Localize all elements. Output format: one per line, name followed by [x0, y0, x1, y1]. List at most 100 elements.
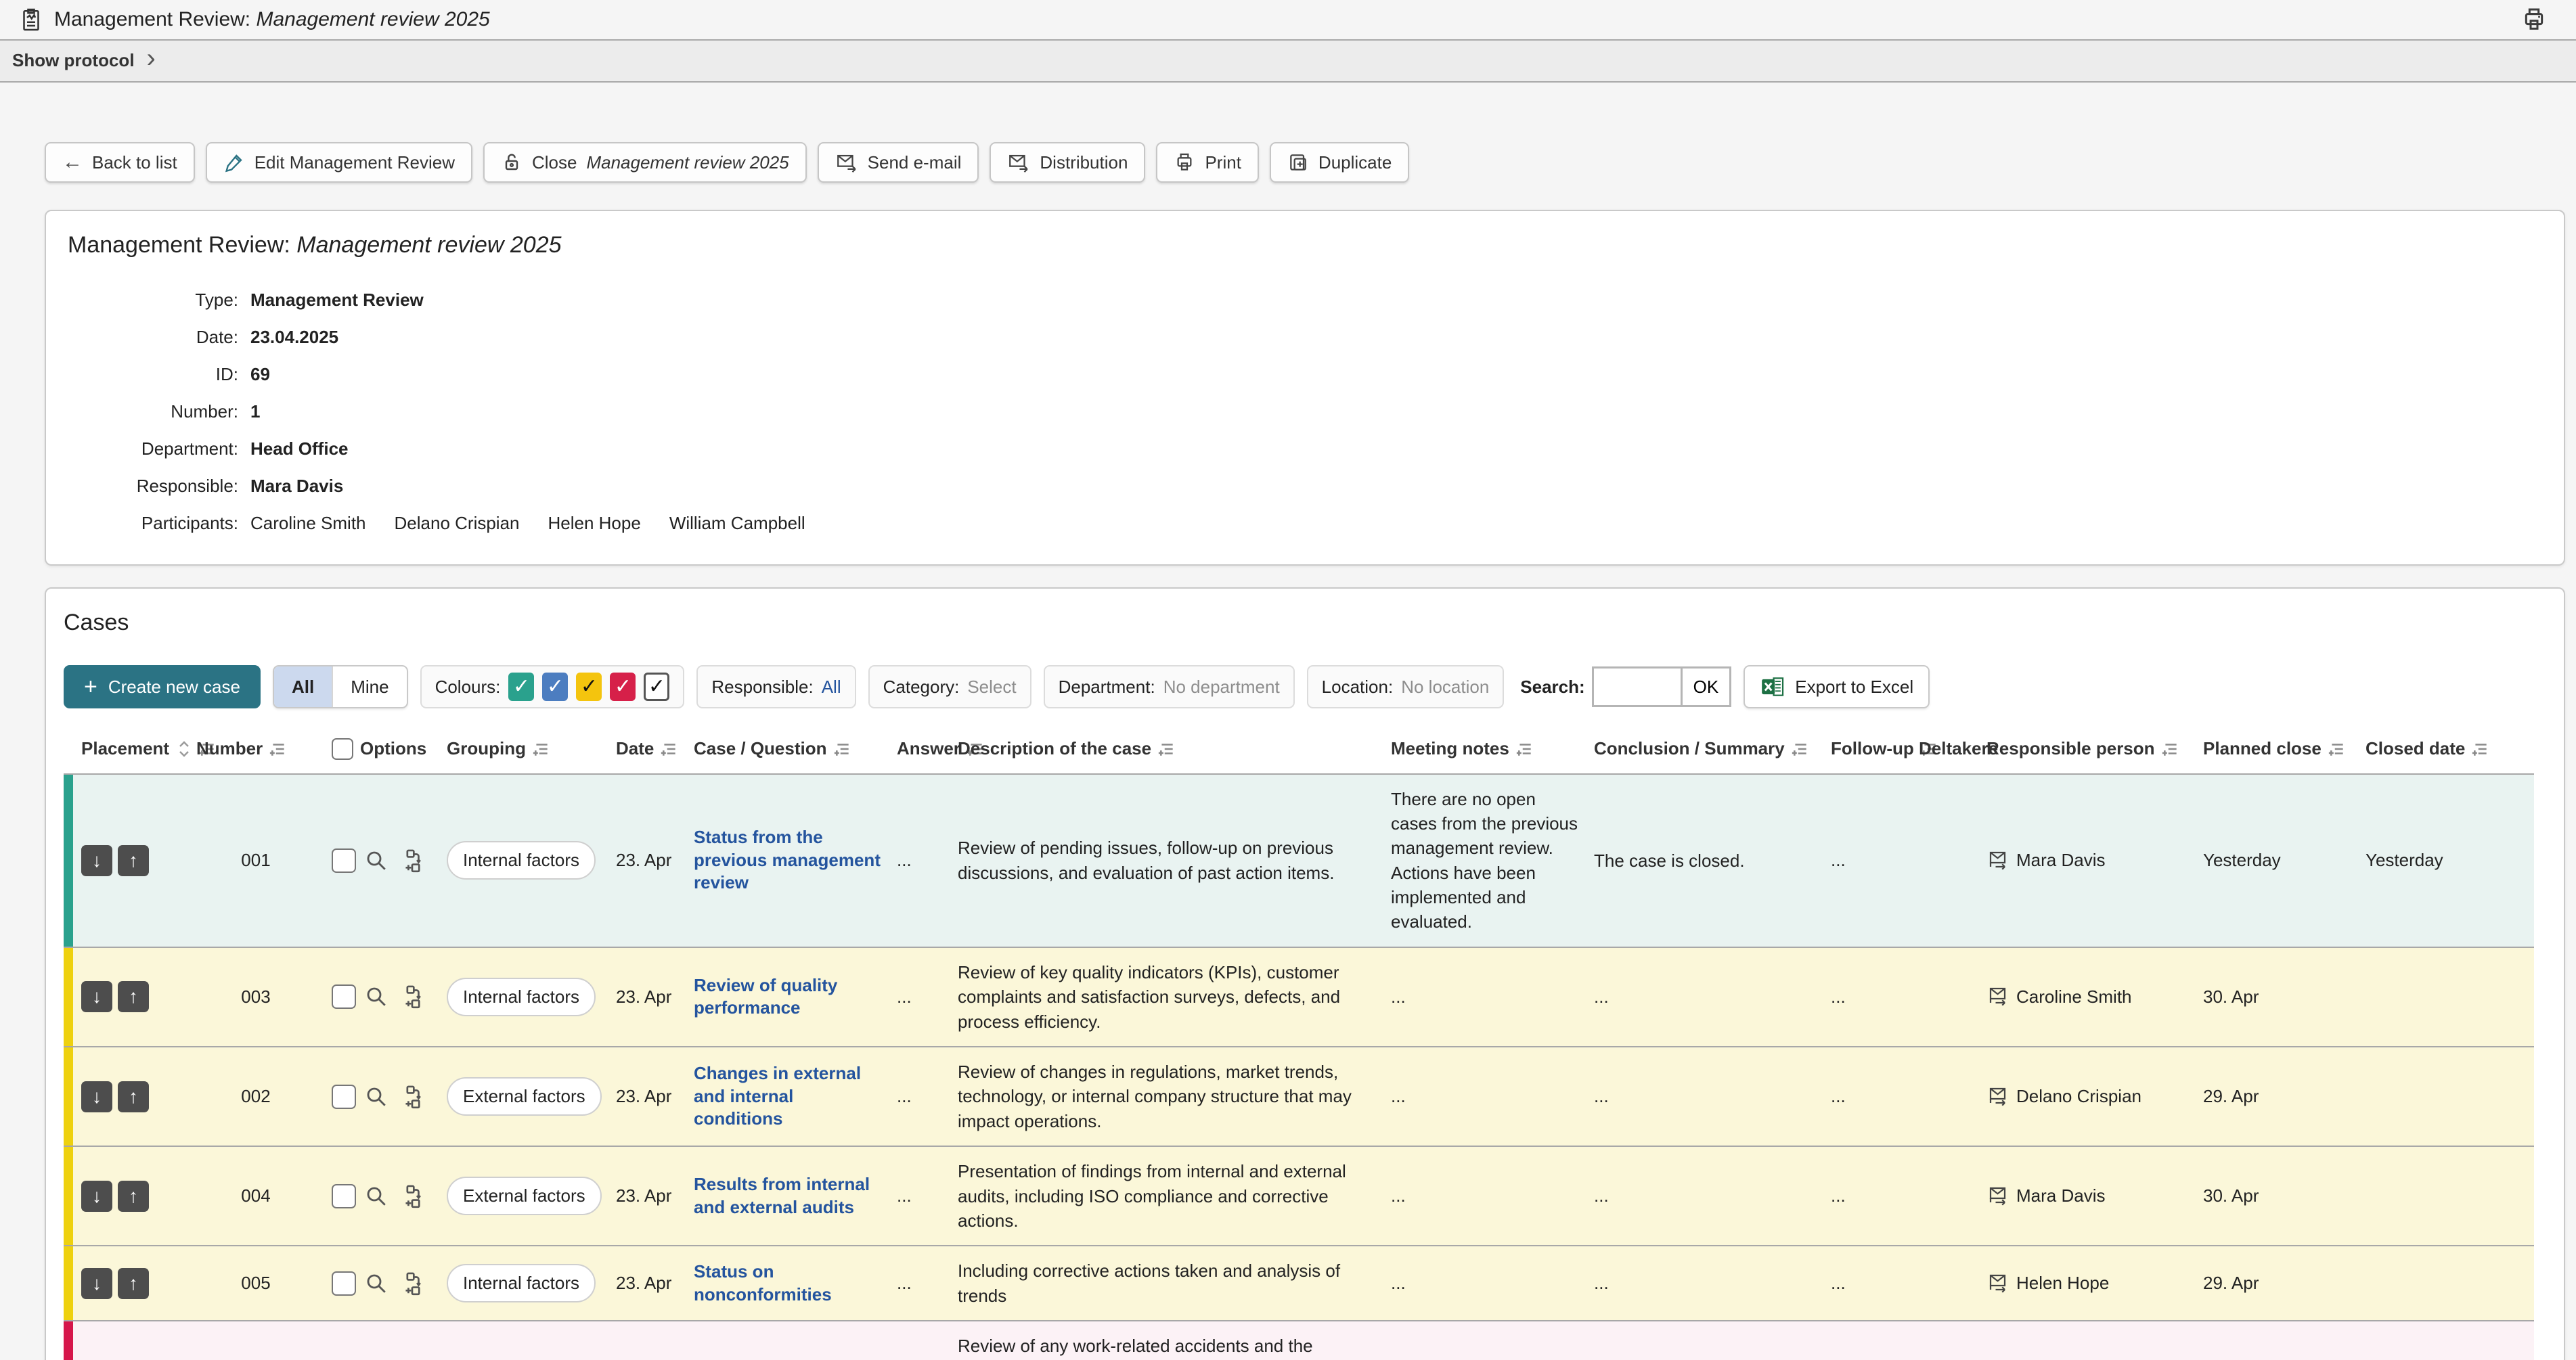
- preview-icon[interactable]: [364, 1184, 388, 1208]
- col-description[interactable]: Description of the case: [950, 737, 1383, 761]
- create-new-case-button[interactable]: Create new case: [64, 665, 261, 708]
- move-down-button[interactable]: [81, 1268, 112, 1299]
- mail-forward-icon[interactable]: [1986, 848, 2011, 873]
- col-answer[interactable]: Answer: [889, 737, 950, 761]
- options-cell: [324, 1084, 439, 1110]
- colour-checkbox-yellow[interactable]: [576, 673, 602, 701]
- move-down-button[interactable]: [81, 845, 112, 876]
- department-filter[interactable]: Department: No department: [1044, 665, 1295, 708]
- relation-icon[interactable]: [397, 1271, 422, 1296]
- filter-icon[interactable]: [533, 740, 550, 758]
- relation-icon[interactable]: [397, 984, 422, 1010]
- responsible-filter[interactable]: Responsible: All: [696, 665, 856, 708]
- move-up-button[interactable]: [118, 1268, 149, 1299]
- plus-icon: [84, 675, 97, 699]
- col-grouping[interactable]: Grouping: [439, 737, 608, 761]
- move-up-button[interactable]: [118, 1181, 149, 1212]
- select-all-checkbox[interactable]: [332, 738, 353, 760]
- edit-review-button[interactable]: Edit Management Review: [206, 142, 472, 183]
- colour-checkbox-teal[interactable]: [508, 673, 534, 701]
- duplicate-button[interactable]: Duplicate: [1270, 142, 1409, 183]
- options-cell: [324, 1271, 439, 1296]
- col-date[interactable]: Date: [608, 737, 686, 761]
- field-label: Number:: [68, 400, 238, 424]
- col-meeting-notes[interactable]: Meeting notes: [1383, 737, 1586, 761]
- search-input[interactable]: [1594, 668, 1681, 705]
- move-up-button[interactable]: [118, 845, 149, 876]
- colour-checkbox-red[interactable]: [610, 673, 636, 701]
- col-closed-date[interactable]: Closed date: [2357, 737, 2534, 761]
- arrow-down-icon: [92, 850, 102, 871]
- print-button[interactable]: Print: [1156, 142, 1258, 183]
- move-up-button[interactable]: [118, 1081, 149, 1112]
- col-number[interactable]: Number: [188, 737, 324, 761]
- preview-icon[interactable]: [364, 848, 388, 873]
- show-protocol-bar[interactable]: Show protocol ›: [0, 39, 2576, 83]
- mail-forward-icon[interactable]: [1986, 1271, 2011, 1296]
- filter-icon[interactable]: [269, 740, 287, 758]
- preview-icon[interactable]: [364, 984, 388, 1009]
- col-conclusion[interactable]: Conclusion / Summary: [1586, 737, 1823, 761]
- col-follow-up[interactable]: Follow-up: [1823, 737, 1911, 761]
- preview-icon[interactable]: [364, 1085, 388, 1109]
- description-cell: Including corrective actions taken and a…: [950, 1259, 1383, 1308]
- col-question[interactable]: Case / Question: [686, 737, 889, 761]
- toggle-mine[interactable]: Mine: [332, 666, 406, 707]
- move-down-button[interactable]: [81, 1081, 112, 1112]
- row-checkbox[interactable]: [332, 1271, 356, 1296]
- row-checkbox[interactable]: [332, 1184, 356, 1208]
- department-filter-value[interactable]: No department: [1163, 675, 1280, 699]
- colour-checkbox-white[interactable]: [644, 673, 669, 701]
- filter-icon[interactable]: [2472, 740, 2489, 758]
- category-filter[interactable]: Category: Select: [868, 665, 1031, 708]
- search-ok-button[interactable]: OK: [1681, 668, 1730, 705]
- colour-checkbox-blue[interactable]: [542, 673, 568, 701]
- close-review-button[interactable]: Close Management review 2025: [483, 142, 807, 183]
- mail-forward-icon[interactable]: [1986, 1085, 2011, 1109]
- export-to-excel-button[interactable]: Export to Excel: [1744, 665, 1930, 708]
- case-question-link[interactable]: Results from internal and external audit…: [694, 1173, 881, 1219]
- col-deltakere[interactable]: Deltakere: [1911, 737, 1978, 761]
- row-checkbox[interactable]: [332, 1085, 356, 1109]
- mail-forward-icon[interactable]: [1986, 984, 2011, 1009]
- relation-icon[interactable]: [397, 1084, 422, 1110]
- row-checkbox[interactable]: [332, 984, 356, 1009]
- toggle-all[interactable]: All: [274, 666, 332, 707]
- search-bar: Search: OK: [1520, 666, 1731, 707]
- move-up-button[interactable]: [118, 981, 149, 1012]
- col-options[interactable]: Options: [324, 737, 439, 761]
- relation-icon[interactable]: [397, 1183, 422, 1209]
- col-planned-close[interactable]: Planned close: [2195, 737, 2357, 761]
- case-question-link[interactable]: Review of quality performance: [694, 974, 881, 1020]
- case-question-link[interactable]: Changes in external and internal conditi…: [694, 1062, 881, 1131]
- preview-icon[interactable]: [364, 1271, 388, 1296]
- location-filter[interactable]: Location: No location: [1307, 665, 1505, 708]
- send-email-button[interactable]: Send e-mail: [818, 142, 979, 183]
- col-placement[interactable]: Placement: [73, 737, 188, 761]
- responsible-filter-value[interactable]: All: [822, 675, 841, 699]
- case-question-link[interactable]: Status from the previous management revi…: [694, 826, 881, 894]
- row-checkbox[interactable]: [332, 848, 356, 873]
- question-cell: Status on nonconformities: [686, 1261, 889, 1307]
- mail-forward-icon[interactable]: [1986, 1184, 2011, 1208]
- description-cell: Review of key quality indicators (KPIs),…: [950, 960, 1383, 1034]
- filter-icon[interactable]: [1516, 740, 1534, 758]
- filter-icon[interactable]: [661, 740, 678, 758]
- location-filter-value[interactable]: No location: [1401, 675, 1489, 699]
- col-responsible[interactable]: Responsible person: [1978, 737, 2195, 761]
- distribution-button[interactable]: Distribution: [990, 142, 1145, 183]
- move-down-button[interactable]: [81, 981, 112, 1012]
- filter-icon[interactable]: [834, 740, 851, 758]
- back-to-list-button[interactable]: Back to list: [45, 142, 195, 183]
- print-page-icon[interactable]: [2521, 6, 2548, 33]
- category-filter-value[interactable]: Select: [967, 675, 1016, 699]
- move-down-button[interactable]: [81, 1181, 112, 1212]
- relation-icon[interactable]: [397, 848, 422, 874]
- filter-icon[interactable]: [1158, 740, 1176, 758]
- field-label: Date:: [68, 325, 238, 349]
- case-question-link[interactable]: Status on nonconformities: [694, 1261, 881, 1307]
- toolbar: Back to list Edit Management Review Clos…: [45, 142, 2565, 183]
- filter-icon[interactable]: [1792, 740, 1809, 758]
- filter-icon[interactable]: [2162, 740, 2179, 758]
- filter-icon[interactable]: [2328, 740, 2346, 758]
